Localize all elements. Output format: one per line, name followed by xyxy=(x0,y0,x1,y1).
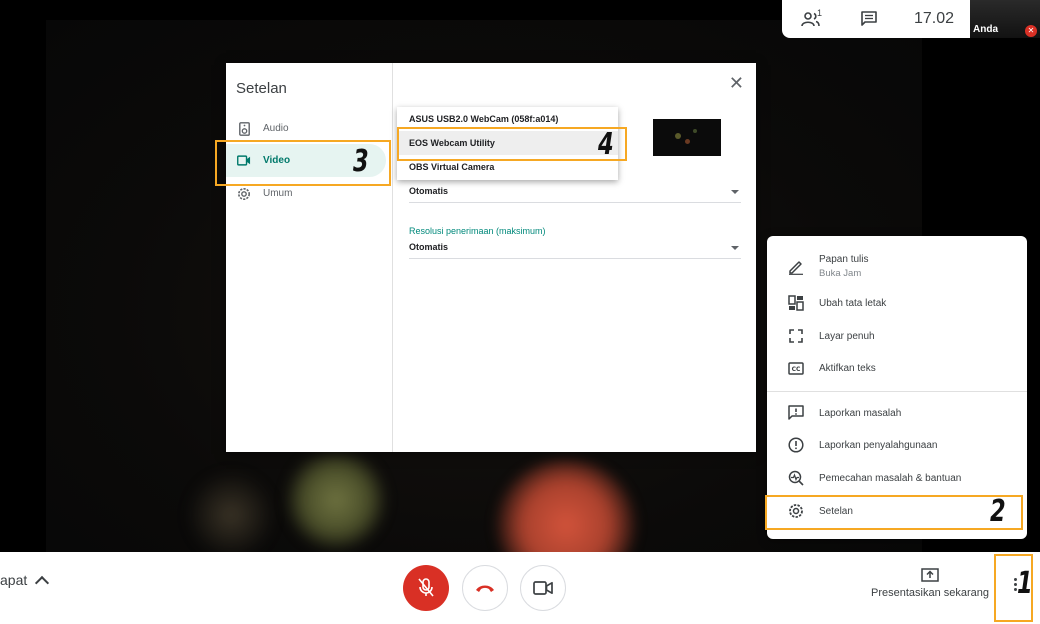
microphone-toggle-button[interactable] xyxy=(403,565,449,611)
menu-item-report-problem[interactable]: Laporkan masalah xyxy=(767,404,1027,422)
chat-icon xyxy=(861,11,877,26)
highlight-box-settings xyxy=(765,495,1023,530)
meeting-info-panel: 1 17.02 xyxy=(782,0,970,38)
camera-toggle-button[interactable] xyxy=(520,565,566,611)
troubleshoot-icon xyxy=(787,469,805,487)
sidebar-item-label: Umum xyxy=(263,188,293,199)
speaker-icon xyxy=(237,121,251,136)
present-screen-icon xyxy=(921,568,939,582)
pencil-icon xyxy=(787,258,805,276)
menu-item-change-layout[interactable]: Ubah tata letak xyxy=(767,294,1027,312)
mic-off-icon: ✕ xyxy=(1025,25,1037,37)
alert-circle-icon xyxy=(787,436,805,454)
clock-time: 17.02 xyxy=(913,10,955,27)
dropdown-arrow-icon xyxy=(731,246,739,250)
leave-call-button[interactable] xyxy=(462,565,508,611)
highlight-box-camera-option xyxy=(397,127,627,161)
menu-item-troubleshooting[interactable]: Pemecahan masalah & bantuan xyxy=(767,469,1027,487)
menu-item-label: Laporkan masalah xyxy=(819,407,902,419)
self-video-tile[interactable]: Anda ✕ xyxy=(970,0,1040,38)
bottom-control-bar: apat Presentasikan sekarang xyxy=(0,552,1040,624)
meeting-details-label: apat xyxy=(0,572,28,588)
svg-text:CC: CC xyxy=(792,366,801,373)
people-count: 1 xyxy=(817,8,823,18)
step-number: 1 xyxy=(1017,566,1033,601)
step-number: 2 xyxy=(990,494,1006,529)
receive-resolution-label: Resolusi penerimaan (maksimum) xyxy=(409,226,546,236)
feedback-icon xyxy=(787,404,805,422)
gear-icon xyxy=(237,187,251,201)
menu-item-report-abuse[interactable]: Laporkan penyalahgunaan xyxy=(767,436,1027,454)
menu-item-fullscreen[interactable]: Layar penuh xyxy=(767,327,1027,345)
present-now-button[interactable]: Presentasikan sekarang xyxy=(860,568,1000,599)
menu-item-label: Aktifkan teks xyxy=(819,362,876,374)
step-number: 4 xyxy=(598,127,614,162)
menu-item-label: Papan tulis xyxy=(819,254,869,265)
receive-resolution-select[interactable]: Resolusi penerimaan (maksimum) Otomatis xyxy=(409,226,741,259)
send-resolution-value: Otomatis xyxy=(409,186,449,196)
chat-button[interactable] xyxy=(840,0,898,38)
bokeh-light xyxy=(186,470,276,552)
bokeh-light-yellow xyxy=(286,450,386,550)
settings-sidebar: Setelan Audio Video Umum xyxy=(226,63,393,452)
settings-title: Setelan xyxy=(236,80,287,97)
bokeh-light-red xyxy=(496,460,636,552)
menu-divider xyxy=(767,391,1027,392)
chevron-up-icon xyxy=(35,575,50,590)
menu-item-label: Laporkan penyalahgunaan xyxy=(819,439,938,451)
menu-item-captions[interactable]: CC Aktifkan teks xyxy=(767,359,1027,377)
self-name: Anda xyxy=(973,24,998,35)
people-button[interactable]: 1 xyxy=(782,0,840,38)
fullscreen-icon xyxy=(787,327,805,345)
captions-icon: CC xyxy=(787,359,805,377)
mic-off-icon xyxy=(418,578,434,597)
meeting-details-button[interactable]: apat xyxy=(0,572,50,590)
camera-preview xyxy=(653,119,721,156)
layout-icon xyxy=(787,294,805,312)
menu-item-label: Ubah tata letak xyxy=(819,297,887,309)
step-number: 3 xyxy=(353,144,369,179)
dropdown-arrow-icon xyxy=(731,190,739,194)
menu-item-label: Pemecahan masalah & bantuan xyxy=(819,472,962,484)
receive-resolution-value: Otomatis xyxy=(409,242,449,252)
sidebar-item-label: Audio xyxy=(263,123,289,134)
hang-up-icon xyxy=(476,585,494,592)
more-options-menu: Papan tulis Buka Jam Ubah tata letak Lay… xyxy=(767,236,1027,539)
close-icon[interactable]: ✕ xyxy=(729,73,744,94)
present-now-label: Presentasikan sekarang xyxy=(870,587,989,599)
menu-item-sublabel: Buka Jam xyxy=(819,268,862,279)
menu-item-label: Layar penuh xyxy=(819,330,875,342)
menu-item-whiteboard[interactable]: Papan tulis Buka Jam xyxy=(767,254,1027,279)
videocam-icon xyxy=(533,581,553,595)
